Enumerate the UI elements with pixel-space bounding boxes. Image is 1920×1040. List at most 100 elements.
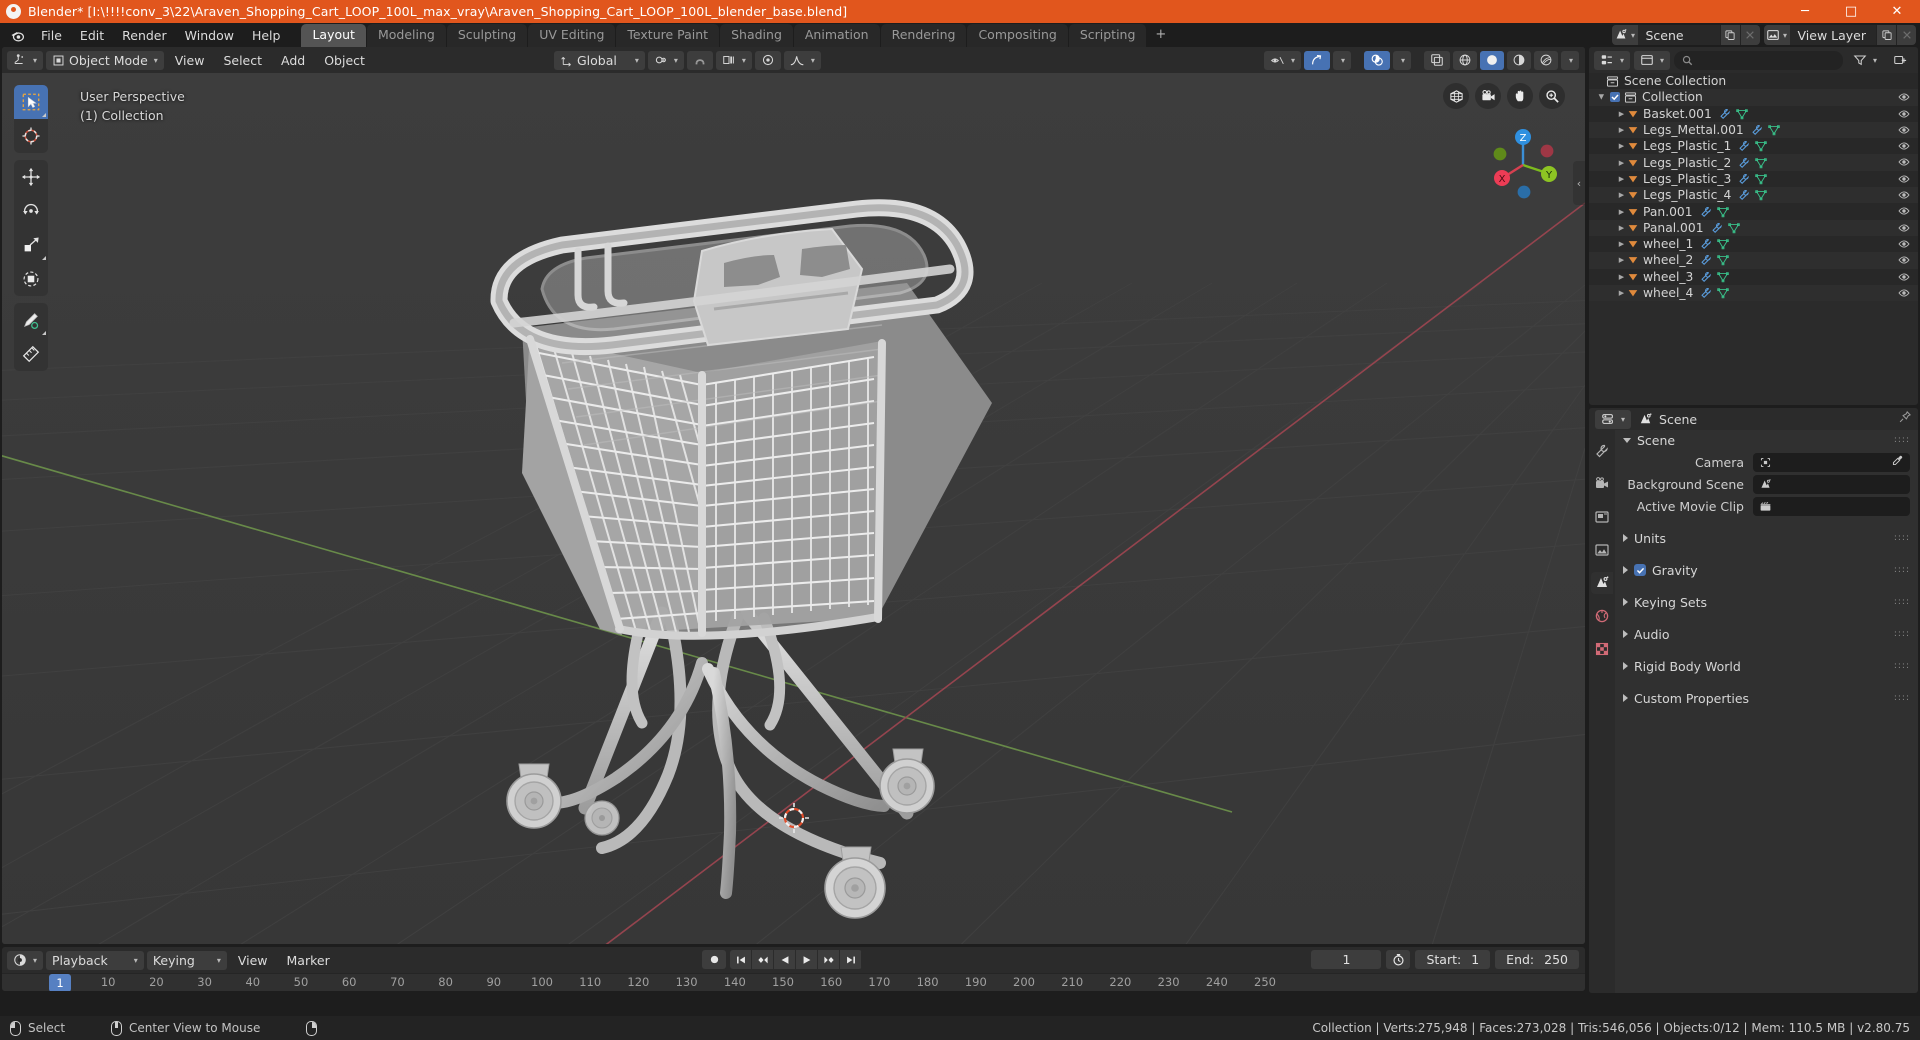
viewport-gizmo-visibility[interactable]: ▾ [1263, 50, 1301, 70]
end-frame-field[interactable]: End: 250 [1495, 950, 1579, 969]
pin-id-icon[interactable] [1898, 410, 1912, 428]
menu-render[interactable]: Render [113, 23, 176, 47]
mesh-data-icon[interactable] [1731, 108, 1748, 120]
shading-options-dropdown[interactable]: ▾ [1560, 50, 1579, 70]
menu-edit[interactable]: Edit [71, 23, 113, 47]
shading-material-preview-button[interactable] [1506, 50, 1531, 70]
hide-in-viewport-icon[interactable] [1898, 287, 1910, 302]
mesh-data-icon[interactable] [1712, 254, 1730, 266]
timeline-menu-view[interactable]: View [230, 951, 276, 970]
object-mode-selector[interactable]: Object Mode ▾ [46, 50, 164, 70]
hide-in-viewport-icon[interactable] [1898, 205, 1910, 220]
toggle-orthographic-icon[interactable] [1443, 83, 1469, 109]
new-scene-button[interactable] [1719, 25, 1740, 45]
tab-texture-paint[interactable]: Texture Paint [616, 24, 720, 47]
view-layer-tab[interactable] [1591, 539, 1613, 561]
menu-help[interactable]: Help [243, 23, 290, 47]
hide-in-viewport-icon[interactable] [1898, 156, 1910, 171]
snap-magnet-toggle[interactable] [686, 50, 713, 70]
mesh-data-icon[interactable] [1712, 206, 1729, 218]
gizmo-options-dropdown[interactable]: ▾ [1332, 50, 1351, 70]
play-reverse-icon[interactable] [774, 950, 796, 969]
tab-uv-editing[interactable]: UV Editing [528, 24, 616, 47]
editor-type-selector-properties[interactable]: ▾ [1595, 409, 1632, 429]
viewport-menu-view[interactable]: View [167, 51, 213, 70]
hide-in-viewport-icon[interactable] [1898, 91, 1910, 106]
shading-wireframe-button[interactable] [1452, 50, 1477, 70]
timeline-scrubber[interactable]: 1 10 20 30 40 50 60 70 80 90 100 110 120 130 140 150 160… [2, 973, 1585, 991]
background-scene-field[interactable] [1753, 475, 1910, 494]
close-button[interactable]: ✕ [1874, 0, 1920, 23]
outliner-row-object[interactable]: ▶ wheel_4 [1589, 284, 1918, 302]
cursor-tool[interactable] [14, 119, 48, 153]
viewport-gizmo-toggle[interactable] [1303, 50, 1330, 70]
select-box-tool[interactable] [14, 85, 48, 119]
modifier-icon[interactable] [1731, 173, 1750, 185]
world-tab[interactable] [1591, 605, 1613, 627]
outliner-row-object[interactable]: ▶ Panal.001 [1589, 219, 1918, 236]
camera-field[interactable] [1753, 453, 1910, 472]
xray-toggle[interactable] [1423, 50, 1450, 70]
outliner-row-object[interactable]: ▶ Legs_Mettal.001 [1589, 121, 1918, 139]
minimize-button[interactable]: ─ [1782, 0, 1828, 23]
start-frame-field[interactable]: Start: 1 [1415, 950, 1491, 969]
texture-tab[interactable] [1591, 638, 1613, 660]
next-keyframe-icon[interactable] [818, 950, 840, 969]
scene-tab[interactable] [1591, 572, 1613, 594]
snap-target-selector[interactable]: ▾ [715, 50, 752, 70]
outliner-row-object[interactable]: ▶ wheel_1 [1589, 236, 1918, 252]
modifier-icon[interactable] [1693, 254, 1712, 266]
pivot-point-selector[interactable]: ▾ [647, 50, 684, 70]
outliner-display-mode[interactable]: ▾ [1634, 50, 1671, 70]
viewport-menu-object[interactable]: Object [316, 51, 373, 70]
mesh-data-icon[interactable] [1712, 238, 1730, 250]
panel-rigid-body-world-header[interactable]: Rigid Body World :::: [1615, 656, 1918, 676]
record-icon[interactable] [702, 950, 726, 969]
new-collection-icon[interactable] [1887, 51, 1913, 70]
overlays-options-dropdown[interactable]: ▾ [1392, 50, 1411, 70]
mesh-data-icon[interactable] [1750, 140, 1768, 152]
menu-file[interactable]: File [32, 23, 71, 47]
outliner-row-object[interactable]: ▶ Basket.001 [1589, 106, 1918, 122]
mesh-data-icon[interactable] [1712, 271, 1730, 283]
tab-modeling[interactable]: Modeling [366, 24, 446, 47]
current-frame-field[interactable]: 1 [1311, 950, 1382, 969]
tab-layout[interactable]: Layout [301, 24, 366, 47]
mesh-data-icon[interactable] [1763, 124, 1780, 136]
outliner-row-object[interactable]: ▶ Legs_Plastic_1 [1589, 138, 1918, 154]
modifier-icon[interactable] [1731, 157, 1750, 169]
jump-to-end-icon[interactable] [840, 950, 862, 969]
scale-tool[interactable] [14, 228, 48, 262]
annotate-tool[interactable] [14, 303, 48, 337]
scene-name[interactable]: Scene [1638, 28, 1720, 43]
shading-rendered-button[interactable] [1533, 50, 1558, 70]
panel-gravity-header[interactable]: Gravity :::: [1615, 560, 1918, 580]
gravity-checkbox[interactable] [1634, 564, 1646, 576]
camera-eyedropper-icon[interactable] [1891, 454, 1904, 471]
navigation-gizmo[interactable]: Z Y X [1483, 125, 1563, 205]
zoom-view-icon[interactable] [1539, 83, 1565, 109]
modifier-icon[interactable] [1731, 189, 1750, 201]
output-tab[interactable] [1591, 506, 1613, 528]
measure-tool[interactable] [14, 337, 48, 371]
hide-in-viewport-icon[interactable] [1898, 254, 1910, 269]
viewport-overlays-toggle[interactable] [1363, 50, 1390, 70]
proportional-falloff-selector[interactable]: ▾ [783, 50, 821, 70]
modifier-icon[interactable] [1731, 140, 1750, 152]
viewport-menu-select[interactable]: Select [215, 51, 270, 70]
editor-type-selector[interactable]: ▾ [7, 50, 44, 70]
hide-in-viewport-icon[interactable] [1898, 189, 1910, 204]
prev-keyframe-icon[interactable] [752, 950, 774, 969]
shading-solid-button[interactable] [1479, 50, 1504, 70]
search-input[interactable] [1674, 50, 1843, 70]
hide-in-viewport-icon[interactable] [1898, 238, 1910, 253]
modifier-icon[interactable] [1744, 124, 1763, 136]
viewport-sidebar-toggle[interactable]: ‹ [1573, 161, 1585, 205]
menu-window[interactable]: Window [176, 23, 243, 47]
tab-compositing[interactable]: Compositing [967, 24, 1068, 47]
mesh-data-icon[interactable] [1723, 222, 1740, 234]
outliner-row-object[interactable]: ▶ Legs_Plastic_3 [1589, 171, 1918, 187]
tab-sculpting[interactable]: Sculpting [446, 24, 528, 47]
timeline-playhead[interactable]: 1 [49, 974, 71, 991]
modifier-icon[interactable] [1693, 206, 1712, 218]
